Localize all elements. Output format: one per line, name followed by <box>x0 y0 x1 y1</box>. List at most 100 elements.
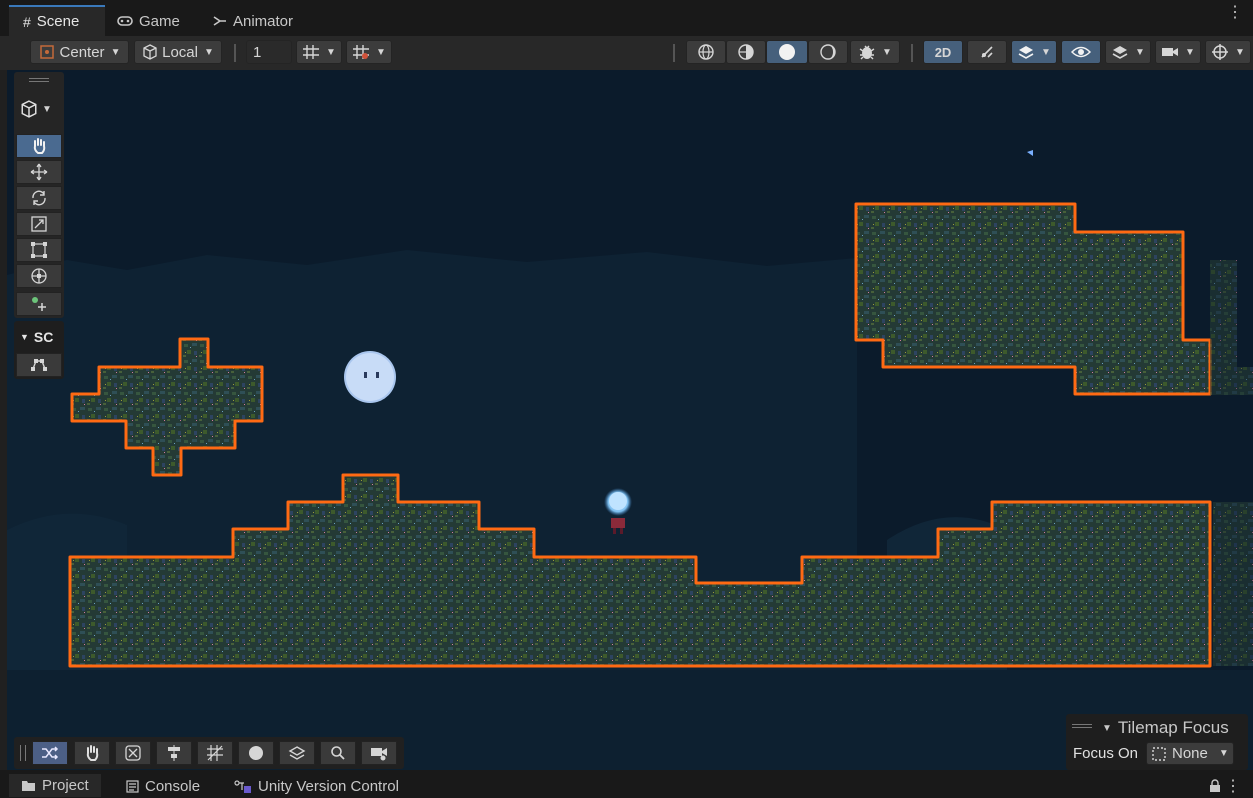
ghost-sprite <box>344 351 396 403</box>
search-tool-button[interactable] <box>320 741 356 765</box>
chevron-down-icon: ▼ <box>1185 46 1195 58</box>
left-edge-strip <box>0 70 7 770</box>
drag-handle[interactable] <box>20 745 26 761</box>
move-tool-button[interactable] <box>16 160 62 184</box>
tab-game-label: Game <box>139 12 180 30</box>
tab-game[interactable]: Game <box>117 6 180 36</box>
scale-icon <box>31 216 47 232</box>
scale-tool-button[interactable] <box>16 212 62 236</box>
space-mode-dropdown[interactable]: Local ▼ <box>134 40 222 64</box>
custom-tool-button[interactable] <box>16 292 62 316</box>
rect-tool-button[interactable] <box>16 238 62 262</box>
grid-icon <box>207 745 223 761</box>
tilemap-island-upper-right <box>854 202 1212 396</box>
tab-animator[interactable]: Animator <box>213 6 293 36</box>
tilemap-focus-title: Tilemap Focus <box>1117 718 1229 737</box>
gizmos-dropdown[interactable]: ▼ <box>1205 40 1251 64</box>
chevron-down-icon: ▼ <box>326 46 336 58</box>
focus-on-dropdown[interactable]: None ▼ <box>1146 742 1234 765</box>
edit-collider-button[interactable] <box>16 353 62 377</box>
tab-console[interactable]: Console <box>126 776 200 797</box>
tab-bar: # Scene Game Animator ⋮ <box>0 0 1253 36</box>
tab-project-label: Project <box>42 777 89 794</box>
tab-scene-label: Scene <box>36 13 80 30</box>
rotate-tool-button[interactable] <box>16 186 62 210</box>
scene-canvas <box>7 150 1253 770</box>
shaded-button[interactable] <box>766 40 808 64</box>
pivot-icon <box>39 45 54 59</box>
grid-icon: # <box>23 13 31 30</box>
align-tool-button[interactable] <box>156 741 192 765</box>
tab-scene[interactable]: # Scene <box>9 5 105 36</box>
tab-animator-label: Animator <box>233 12 294 30</box>
chevron-down-icon: ▼ <box>882 46 892 58</box>
collapse-triangle-icon: ▼ <box>1102 722 1112 734</box>
rotate-icon <box>32 190 46 206</box>
unlit-button[interactable] <box>808 40 848 64</box>
align-icon <box>168 745 180 761</box>
unlit-sphere-icon <box>820 44 836 60</box>
hand-icon <box>86 745 99 761</box>
toolbar-divider <box>673 44 675 62</box>
tools-overlay: ▼ <box>14 72 64 308</box>
toggle-2d-label: 2D <box>934 44 952 60</box>
tab-unity-version-control-label: Unity Version Control <box>258 778 399 795</box>
wireframe-sphere-icon <box>698 44 714 60</box>
chevron-down-icon: ▼ <box>203 46 214 58</box>
grid-size-input[interactable]: 1 <box>246 40 292 64</box>
shaded-sphere-icon <box>779 44 795 60</box>
dashed-rect-icon <box>1152 746 1166 761</box>
tool-context-dropdown[interactable]: ▼ <box>20 100 52 118</box>
grid-visibility-dropdown[interactable]: ▼ <box>296 40 342 64</box>
pan-tool-button[interactable] <box>74 741 110 765</box>
shading-tool-button[interactable] <box>238 741 274 765</box>
more-options-icon[interactable]: ⋮ <box>1225 776 1241 796</box>
camera-tool-button[interactable] <box>361 741 397 765</box>
toolbar-divider <box>911 44 913 62</box>
shaded-wireframe-button[interactable] <box>726 40 766 64</box>
hand-tool-button[interactable] <box>16 134 62 158</box>
lighting-off-icon <box>981 46 993 58</box>
component-tools-toggle[interactable]: ▼ SC <box>20 329 53 345</box>
chevron-down-icon: ▼ <box>1218 748 1229 759</box>
lighting-toggle-button[interactable] <box>967 40 1007 64</box>
tab-console-label: Console <box>145 778 201 795</box>
scene-viewport[interactable] <box>7 70 1253 770</box>
drag-handle[interactable] <box>29 78 49 82</box>
pick-tool-button[interactable] <box>115 741 151 765</box>
more-options-icon[interactable]: ⋮ <box>1227 5 1243 21</box>
tilemap-focus-overlay: ▼ Tilemap Focus Focus On None ▼ <box>1066 714 1248 770</box>
tab-project[interactable]: Project <box>9 774 101 797</box>
shuffle-tool-button[interactable] <box>32 741 68 765</box>
custom-tool-icon <box>32 297 46 311</box>
lock-icon[interactable] <box>1209 779 1221 798</box>
tilemap-tools-overlay <box>14 737 404 769</box>
bottom-panel-tabs: Project Console Unity Version Control ⋮ <box>0 770 1253 797</box>
toggle-2d-button[interactable]: 2D <box>923 40 963 64</box>
snap-settings-dropdown[interactable]: ▼ <box>346 40 392 64</box>
camera-icon <box>371 748 387 761</box>
space-mode-label: Local <box>162 43 198 61</box>
console-icon <box>126 780 139 793</box>
focus-on-label: Focus On <box>1073 745 1139 762</box>
scene-visibility-button[interactable] <box>1061 40 1101 64</box>
bug-icon <box>859 45 875 60</box>
component-tools-overlay: ▼ SC <box>14 321 64 379</box>
layer-tool-button[interactable] <box>279 741 315 765</box>
custom-tools-overlay <box>14 290 64 318</box>
tab-unity-version-control[interactable]: Unity Version Control <box>234 776 399 797</box>
transform-tool-button[interactable] <box>16 264 62 288</box>
camera-settings-dropdown[interactable]: ▼ <box>1155 40 1201 64</box>
pivot-mode-dropdown[interactable]: Center ▼ <box>30 40 129 64</box>
toolbar-divider <box>234 44 236 62</box>
drag-handle[interactable] <box>1072 724 1092 728</box>
grid-tool-button[interactable] <box>197 741 233 765</box>
cube-icon <box>21 100 37 118</box>
wireframe-button[interactable] <box>686 40 726 64</box>
shuffle-icon <box>42 746 59 760</box>
tilemap-focus-header[interactable]: ▼ Tilemap Focus <box>1102 718 1229 738</box>
effects-dropdown[interactable]: ▼ <box>1011 40 1057 64</box>
debug-draw-mode-dropdown[interactable]: ▼ <box>850 40 900 64</box>
collapse-triangle-icon: ▼ <box>20 332 29 342</box>
layers-dropdown[interactable]: ▼ <box>1105 40 1151 64</box>
